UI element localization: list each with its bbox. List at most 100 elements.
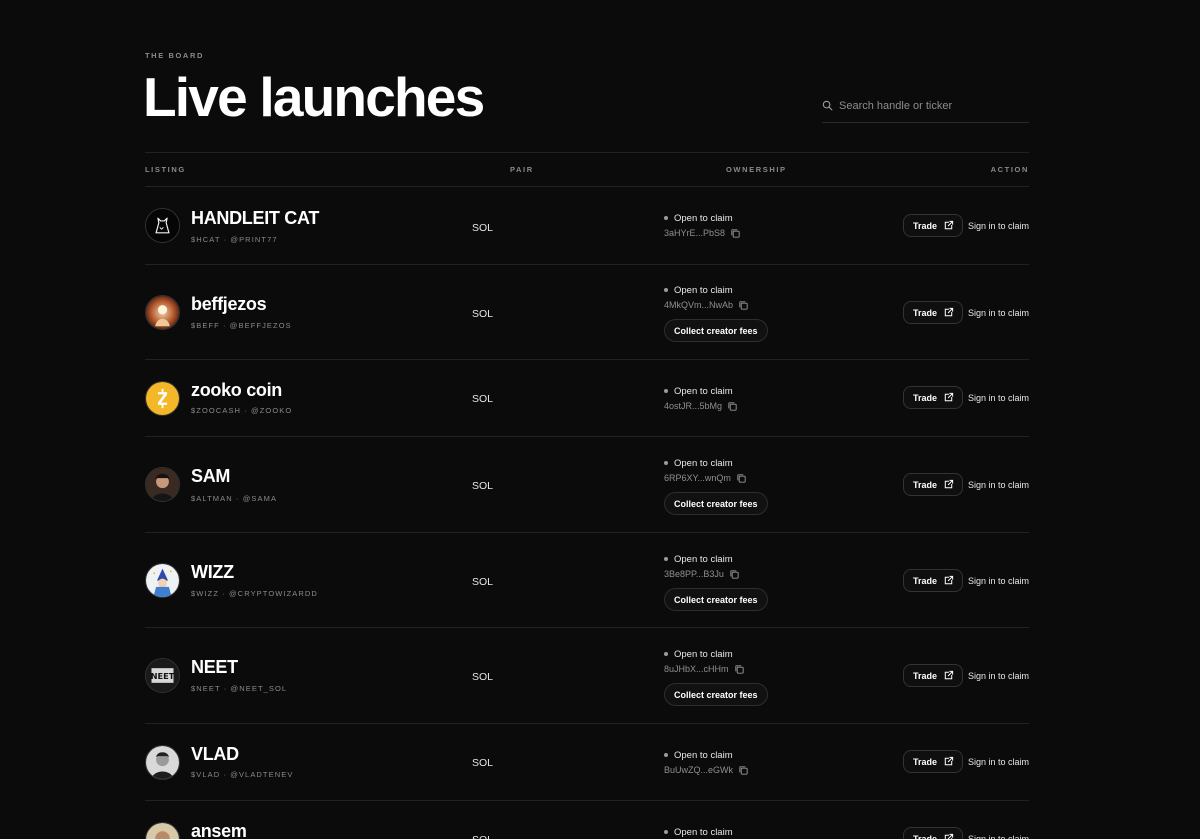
action-cell: Trade Sign in to claim xyxy=(902,569,1029,592)
claim-status-label: Open to claim xyxy=(674,385,733,397)
contract-address-text: BuUwZQ...eGWk xyxy=(664,765,734,775)
listing-name[interactable]: beffjezos xyxy=(191,294,267,315)
ownership-cell: Open to claim 6RP6XY...wnQm Collect creato… xyxy=(664,457,768,515)
avatar xyxy=(145,208,180,243)
sign-in-to-claim-link[interactable]: Sign in to claim xyxy=(968,393,1029,403)
sign-in-to-claim-link[interactable]: Sign in to claim xyxy=(968,757,1029,767)
page-title: Live launches xyxy=(143,66,485,128)
trade-button[interactable]: Trade xyxy=(902,664,963,687)
trade-label: Trade xyxy=(912,392,937,403)
listing-name[interactable]: zooko coin xyxy=(191,380,282,401)
sign-in-to-claim-link[interactable]: Sign in to claim xyxy=(968,576,1029,586)
collect-creator-fees-button[interactable]: Collect creator fees xyxy=(664,683,768,706)
pair-label: SOL xyxy=(472,576,494,588)
contract-address-text: 6RP6XY...wnQm xyxy=(664,473,731,483)
eyebrow: THE BOARD xyxy=(145,51,204,60)
listing-name[interactable]: ansem xyxy=(191,821,247,839)
collect-creator-fees-button[interactable]: Collect creator fees xyxy=(664,319,768,342)
table-row: VLAD $VLAD · @VLADTENEV SOL Open to claim Bu… xyxy=(145,723,1029,800)
sign-in-to-claim-link[interactable]: Sign in to claim xyxy=(968,308,1029,318)
pair-label: SOL xyxy=(472,308,494,320)
listing-name[interactable]: VLAD xyxy=(191,744,239,765)
search-input[interactable] xyxy=(839,99,1019,112)
ownership-cell: Open to claim BuUwZQ...eGWk xyxy=(664,749,749,776)
trade-button[interactable]: Trade xyxy=(902,301,963,324)
table-row: SAM $ALTMAN · @SAMA SOL Open to claim 6RP6XY… xyxy=(145,436,1029,532)
external-link-icon xyxy=(944,670,954,680)
collect-creator-fees-button[interactable]: Collect creator fees xyxy=(664,492,768,515)
copy-icon[interactable] xyxy=(734,664,745,675)
table-row: zooko coin $ZOOCASH · @ZOOKO SOL Open to cl… xyxy=(145,359,1029,436)
search-bar[interactable] xyxy=(822,93,1029,123)
external-link-icon xyxy=(944,833,954,839)
avatar xyxy=(145,295,180,330)
svg-text:NEET: NEET xyxy=(151,671,175,681)
ownership-cell: Open to claim 4MkQVm...NwAb Collect creato… xyxy=(664,284,768,342)
claim-status: Open to claim xyxy=(664,457,768,469)
listing-ticker-handle: $VLAD · @VLADTENEV xyxy=(191,770,294,779)
action-cell: Trade Sign in to claim xyxy=(902,473,1029,496)
claim-status-label: Open to claim xyxy=(674,648,733,660)
sign-in-to-claim-link[interactable]: Sign in to claim xyxy=(968,671,1029,681)
claim-status: Open to claim xyxy=(664,385,738,397)
claim-status-label: Open to claim xyxy=(674,284,733,296)
contract-address-text: 4MkQVm...NwAb xyxy=(664,300,734,310)
header-divider xyxy=(145,152,1029,153)
trade-label: Trade xyxy=(912,670,937,681)
table-row: ansem SOL Open to claim Trade Sign in to cla… xyxy=(145,800,1029,839)
listing-ticker-handle: $WIZZ · @CRYPTOWIZARDD xyxy=(191,589,318,598)
trade-label: Trade xyxy=(912,756,937,767)
claim-status: Open to claim xyxy=(664,284,768,296)
claim-status: Open to claim xyxy=(664,749,749,761)
listing-ticker-handle: $ALTMAN · @SAMA xyxy=(191,494,278,503)
ownership-cell: Open to claim xyxy=(664,826,733,838)
listing-name[interactable]: SAM xyxy=(191,466,230,487)
copy-icon[interactable] xyxy=(729,569,740,580)
column-ownership: OWNERSHIP xyxy=(726,165,787,174)
trade-button[interactable]: Trade xyxy=(902,750,963,773)
search-icon xyxy=(822,100,833,111)
trade-button[interactable]: Trade xyxy=(902,827,963,839)
pair-label: SOL xyxy=(472,393,494,405)
action-cell: Trade Sign in to claim xyxy=(902,214,1029,237)
ownership-cell: Open to claim 3Be8PP...B3Ju Collect creato… xyxy=(664,553,768,611)
listing-ticker-handle: $ZOOCASH · @ZOOKO xyxy=(191,406,293,415)
status-dot xyxy=(664,557,668,561)
listing-name[interactable]: HANDLEIT CAT xyxy=(191,208,319,229)
trade-button[interactable]: Trade xyxy=(902,569,963,592)
claim-status-label: Open to claim xyxy=(674,749,733,761)
status-dot xyxy=(664,830,668,834)
action-cell: Trade Sign in to claim xyxy=(902,750,1029,773)
contract-address-text: 3aHYrE...PbS8 xyxy=(664,228,726,238)
column-pair: PAIR xyxy=(510,165,534,174)
listing-ticker-handle: $NEET · @NEET_SOL xyxy=(191,684,288,693)
sign-in-to-claim-link[interactable]: Sign in to claim xyxy=(968,834,1029,839)
external-link-icon xyxy=(944,392,954,402)
avatar xyxy=(145,563,180,598)
contract-address-text: 4ostJR...5bMg xyxy=(664,401,723,411)
avatar: NEET xyxy=(145,658,180,693)
trade-button[interactable]: Trade xyxy=(902,214,963,237)
trade-button[interactable]: Trade xyxy=(902,386,963,409)
status-dot xyxy=(664,389,668,393)
avatar xyxy=(145,467,180,502)
copy-icon[interactable] xyxy=(738,300,749,311)
listing-name[interactable]: NEET xyxy=(191,657,238,678)
external-link-icon xyxy=(944,575,954,585)
listing-name[interactable]: WIZZ xyxy=(191,562,234,583)
claim-status-label: Open to claim xyxy=(674,553,733,565)
trade-label: Trade xyxy=(912,479,937,490)
status-dot xyxy=(664,753,668,757)
collect-creator-fees-button[interactable]: Collect creator fees xyxy=(664,588,768,611)
trade-button[interactable]: Trade xyxy=(902,473,963,496)
ownership-cell: Open to claim 3aHYrE...PbS8 xyxy=(664,212,741,239)
copy-icon[interactable] xyxy=(738,765,749,776)
copy-icon[interactable] xyxy=(730,228,741,239)
copy-icon[interactable] xyxy=(727,401,738,412)
sign-in-to-claim-link[interactable]: Sign in to claim xyxy=(968,221,1029,231)
contract-address: 4MkQVm...NwAb xyxy=(664,299,768,311)
table-row: beffjezos $BEFF · @BEFFJEZOS SOL Open to cl… xyxy=(145,264,1029,359)
sign-in-to-claim-link[interactable]: Sign in to claim xyxy=(968,480,1029,490)
claim-status-label: Open to claim xyxy=(674,212,733,224)
copy-icon[interactable] xyxy=(736,473,747,484)
